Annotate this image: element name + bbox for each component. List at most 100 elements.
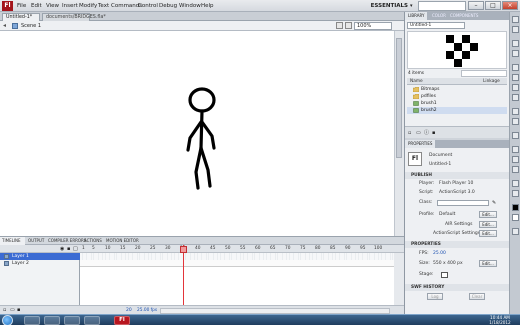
stage-color-swatch[interactable] bbox=[441, 272, 448, 278]
eyedropper-tool-icon[interactable] bbox=[512, 156, 519, 163]
library-panel: Untitled-1 4 items Name Linkage Bitmaps … bbox=[405, 20, 509, 138]
chevron-down-icon[interactable]: ▾ bbox=[410, 2, 413, 10]
eraser-tool-icon[interactable] bbox=[512, 166, 519, 173]
tab-motion-editor[interactable]: MOTION EDITOR bbox=[104, 237, 141, 245]
pen-tool-icon[interactable] bbox=[512, 64, 519, 71]
new-folder-icon[interactable]: ▭ bbox=[416, 130, 421, 136]
edit-symbols-icon[interactable] bbox=[345, 22, 352, 29]
zoom-select[interactable]: 100% bbox=[354, 22, 392, 30]
workspace-switcher[interactable]: ESSENTIALS bbox=[356, 1, 408, 11]
help-search-input[interactable] bbox=[418, 1, 466, 11]
lock-icon[interactable]: ▪ bbox=[67, 246, 70, 252]
tab-untitled-1[interactable]: Untitled-1* bbox=[2, 13, 40, 21]
edit-profile-button[interactable]: Edit... bbox=[479, 211, 497, 218]
eye-icon[interactable]: ◉ bbox=[60, 246, 64, 252]
menu-debug[interactable]: Debug bbox=[159, 2, 177, 10]
maximize-button[interactable]: □ bbox=[485, 1, 501, 10]
system-clock[interactable]: 10:44 AM 1/18/2012 bbox=[482, 315, 518, 325]
selection-tool-icon[interactable] bbox=[512, 16, 519, 23]
close-button[interactable]: × bbox=[502, 1, 518, 10]
back-arrow-icon[interactable]: ◂ bbox=[3, 22, 6, 30]
properties-section-header[interactable]: PROPERTIES bbox=[405, 241, 509, 248]
new-folder-icon[interactable]: ▭ bbox=[10, 307, 15, 313]
paint-bucket-tool-icon[interactable] bbox=[512, 146, 519, 153]
subselection-tool-icon[interactable] bbox=[512, 26, 519, 33]
outline-icon[interactable]: □ bbox=[73, 246, 78, 252]
layer-1-frames[interactable] bbox=[80, 253, 394, 260]
line-tool-icon[interactable] bbox=[512, 84, 519, 91]
library-search-input[interactable] bbox=[461, 70, 507, 77]
frame-tick: 40 bbox=[195, 246, 201, 251]
new-layer-icon[interactable]: ▫ bbox=[3, 307, 6, 313]
clear-button[interactable]: Clear bbox=[469, 293, 485, 300]
library-document-select[interactable]: Untitled-1 bbox=[407, 22, 465, 29]
tab-output[interactable]: OUTPUT bbox=[26, 237, 46, 245]
snap-icon[interactable] bbox=[512, 228, 519, 235]
start-button[interactable] bbox=[2, 315, 13, 325]
rectangle-tool-icon[interactable] bbox=[512, 94, 519, 101]
stage-color-label: Stage: bbox=[419, 272, 434, 277]
column-name[interactable]: Name bbox=[410, 78, 423, 85]
pencil-tool-icon[interactable] bbox=[512, 108, 519, 115]
library-item[interactable]: Bitmaps bbox=[407, 86, 507, 93]
tab-second-document[interactable]: documents/BRIDGES.fla* bbox=[42, 13, 106, 21]
tab-library[interactable]: LIBRARY bbox=[405, 12, 428, 20]
stick-figure-drawing[interactable] bbox=[180, 86, 224, 192]
scrollbar-thumb[interactable] bbox=[396, 38, 402, 158]
trash-icon[interactable]: ▪ bbox=[432, 130, 435, 136]
menu-insert[interactable]: Insert bbox=[62, 2, 78, 10]
library-item[interactable]: pdfiles bbox=[407, 93, 507, 100]
fill-color-icon[interactable] bbox=[512, 214, 519, 221]
menu-help[interactable]: Help bbox=[201, 2, 214, 10]
menu-view[interactable]: View bbox=[46, 2, 59, 10]
layer-row[interactable]: Layer 2 bbox=[0, 260, 80, 267]
brush-tool-icon[interactable] bbox=[512, 118, 519, 125]
publish-section-header[interactable]: PUBLISH bbox=[405, 172, 509, 179]
delete-layer-icon[interactable]: ▪ bbox=[17, 307, 20, 313]
zoom-tool-icon[interactable] bbox=[512, 190, 519, 197]
pencil-icon[interactable]: ✎ bbox=[492, 200, 496, 206]
edit-air-button[interactable]: Edit... bbox=[479, 221, 497, 228]
menu-window[interactable]: Window bbox=[179, 2, 201, 10]
fps-value[interactable]: 25.00 bbox=[433, 251, 446, 257]
layer-row[interactable]: Layer 1 bbox=[0, 253, 80, 260]
properties-icon[interactable]: ⓘ bbox=[424, 130, 429, 136]
layer-2-frames[interactable] bbox=[80, 260, 394, 267]
flash-taskbar-icon[interactable]: Fl bbox=[114, 316, 130, 325]
firefox-taskbar-icon[interactable] bbox=[84, 316, 100, 325]
edit-size-button[interactable]: Edit... bbox=[479, 260, 497, 267]
edit-as-button[interactable]: Edit... bbox=[479, 230, 497, 237]
edit-scene-icon[interactable] bbox=[336, 22, 343, 29]
menu-edit[interactable]: Edit bbox=[31, 2, 42, 10]
free-transform-tool-icon[interactable] bbox=[512, 40, 519, 47]
frame-tick: 65 bbox=[270, 246, 276, 251]
tab-properties[interactable]: PROPERTIES bbox=[405, 140, 436, 148]
playhead-handle[interactable] bbox=[180, 246, 187, 253]
menu-modify[interactable]: Modify bbox=[79, 2, 97, 10]
layer-list: Layer 1 Layer 2 bbox=[0, 253, 80, 305]
hand-tool-icon[interactable] bbox=[512, 180, 519, 187]
stroke-color-icon[interactable] bbox=[512, 204, 519, 211]
tab-timeline[interactable]: TIMELINE bbox=[0, 237, 25, 245]
menu-text[interactable]: Text bbox=[98, 2, 109, 10]
bone-tool-icon[interactable] bbox=[512, 132, 519, 139]
swf-history-section-header[interactable]: SWF HISTORY bbox=[405, 284, 509, 291]
column-linkage[interactable]: Linkage bbox=[483, 78, 500, 85]
class-input[interactable] bbox=[437, 200, 489, 206]
text-tool-icon[interactable] bbox=[512, 74, 519, 81]
frame-grid[interactable] bbox=[80, 267, 394, 305]
tab-actions[interactable]: ACTIONS bbox=[82, 237, 104, 245]
log-button[interactable]: Log bbox=[427, 293, 443, 300]
explorer-taskbar-icon[interactable] bbox=[24, 316, 40, 325]
tab-color[interactable]: COLOR bbox=[429, 12, 449, 20]
tab-components[interactable]: COMPONENTS bbox=[447, 12, 481, 20]
library-item[interactable]: brush1 bbox=[407, 100, 507, 107]
library-item[interactable]: brush2 bbox=[407, 107, 507, 114]
new-symbol-icon[interactable]: ▫ bbox=[408, 130, 411, 136]
chrome-taskbar-icon[interactable] bbox=[64, 316, 80, 325]
media-player-taskbar-icon[interactable] bbox=[44, 316, 60, 325]
lasso-tool-icon[interactable] bbox=[512, 50, 519, 57]
minimize-button[interactable]: – bbox=[468, 1, 484, 10]
menu-control[interactable]: Control bbox=[138, 2, 158, 10]
menu-file[interactable]: File bbox=[17, 2, 26, 10]
